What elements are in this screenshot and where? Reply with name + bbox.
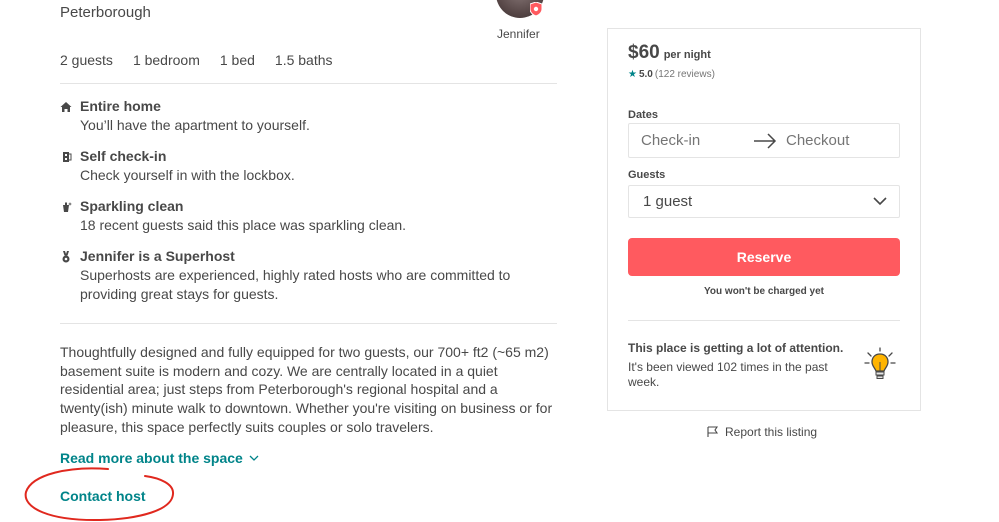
reserve-button[interactable]: Reserve: [628, 238, 900, 276]
checkout-field[interactable]: Checkout: [786, 132, 849, 149]
section-divider: [60, 83, 557, 84]
superhost-badge-icon: [530, 2, 542, 16]
highlight-title: Entire home: [80, 98, 161, 114]
stat-baths: 1.5 baths: [274, 52, 333, 68]
report-listing-link[interactable]: Report this listing: [707, 425, 817, 439]
guests-select[interactable]: 1 guest: [628, 185, 900, 218]
highlight-title: Jennifer is a Superhost: [80, 248, 235, 264]
highlight-title: Self check-in: [80, 148, 167, 164]
listing-stats: 2 guests 1 bedroom 1 bed 1.5 baths: [60, 52, 333, 68]
listing-description: Thoughtfully designed and fully equipped…: [60, 344, 553, 435]
lightbulb-icon: [864, 347, 896, 379]
read-more-link[interactable]: Read more about the space: [60, 450, 259, 466]
card-divider: [628, 320, 900, 321]
attention-title: This place is getting a lot of attention…: [628, 341, 844, 355]
listing-location: Peterborough: [60, 4, 151, 21]
arrow-right-icon: [754, 133, 777, 149]
checkin-field[interactable]: Check-in: [641, 132, 700, 149]
highlight-text: Superhosts are experienced, highly rated…: [80, 267, 511, 302]
host-name: Jennifer: [497, 27, 540, 41]
superhost-medal-icon: [62, 251, 70, 263]
home-icon: [60, 102, 72, 112]
lockbox-icon: [63, 152, 72, 162]
chevron-down-icon: [873, 197, 887, 206]
rating-score: 5.0: [638, 69, 653, 80]
attention-text: It's been viewed 102 times in the past w…: [628, 360, 828, 389]
guests-value: 1 guest: [643, 193, 693, 210]
dates-picker[interactable]: Check-in Checkout: [628, 123, 900, 158]
price-unit: per night: [663, 49, 711, 61]
highlight-title: Sparkling clean: [80, 198, 184, 214]
flag-icon: [707, 426, 719, 437]
contact-host-link[interactable]: Contact host: [60, 488, 146, 504]
stat-beds: 1 bed: [219, 52, 255, 68]
dates-label: Dates: [628, 109, 658, 121]
rating-summary[interactable]: ★ 5.0 (122 reviews): [628, 69, 715, 80]
highlight-text: Check yourself in with the lockbox.: [80, 167, 295, 183]
stat-bedrooms: 1 bedroom: [132, 52, 200, 68]
booking-card: $60 per night ★ 5.0 (122 reviews) Dates …: [607, 28, 921, 411]
guests-label: Guests: [628, 169, 666, 181]
stat-guests: 2 guests: [60, 52, 113, 68]
chevron-down-icon: [249, 455, 259, 461]
highlight-text: You’ll have the apartment to yourself.: [80, 117, 310, 133]
review-count: (122 reviews): [654, 69, 715, 80]
report-label: Report this listing: [725, 425, 818, 439]
read-more-label: Read more about the space: [60, 450, 243, 466]
price-amount: $60: [628, 42, 660, 63]
section-divider: [60, 323, 557, 324]
not-charged-notice: You won't be charged yet: [704, 286, 824, 297]
sparkle-icon: [63, 202, 72, 212]
price-block: $60 per night: [628, 42, 711, 64]
highlight-text: 18 recent guests said this place was spa…: [80, 217, 407, 233]
star-icon: ★: [628, 69, 637, 80]
